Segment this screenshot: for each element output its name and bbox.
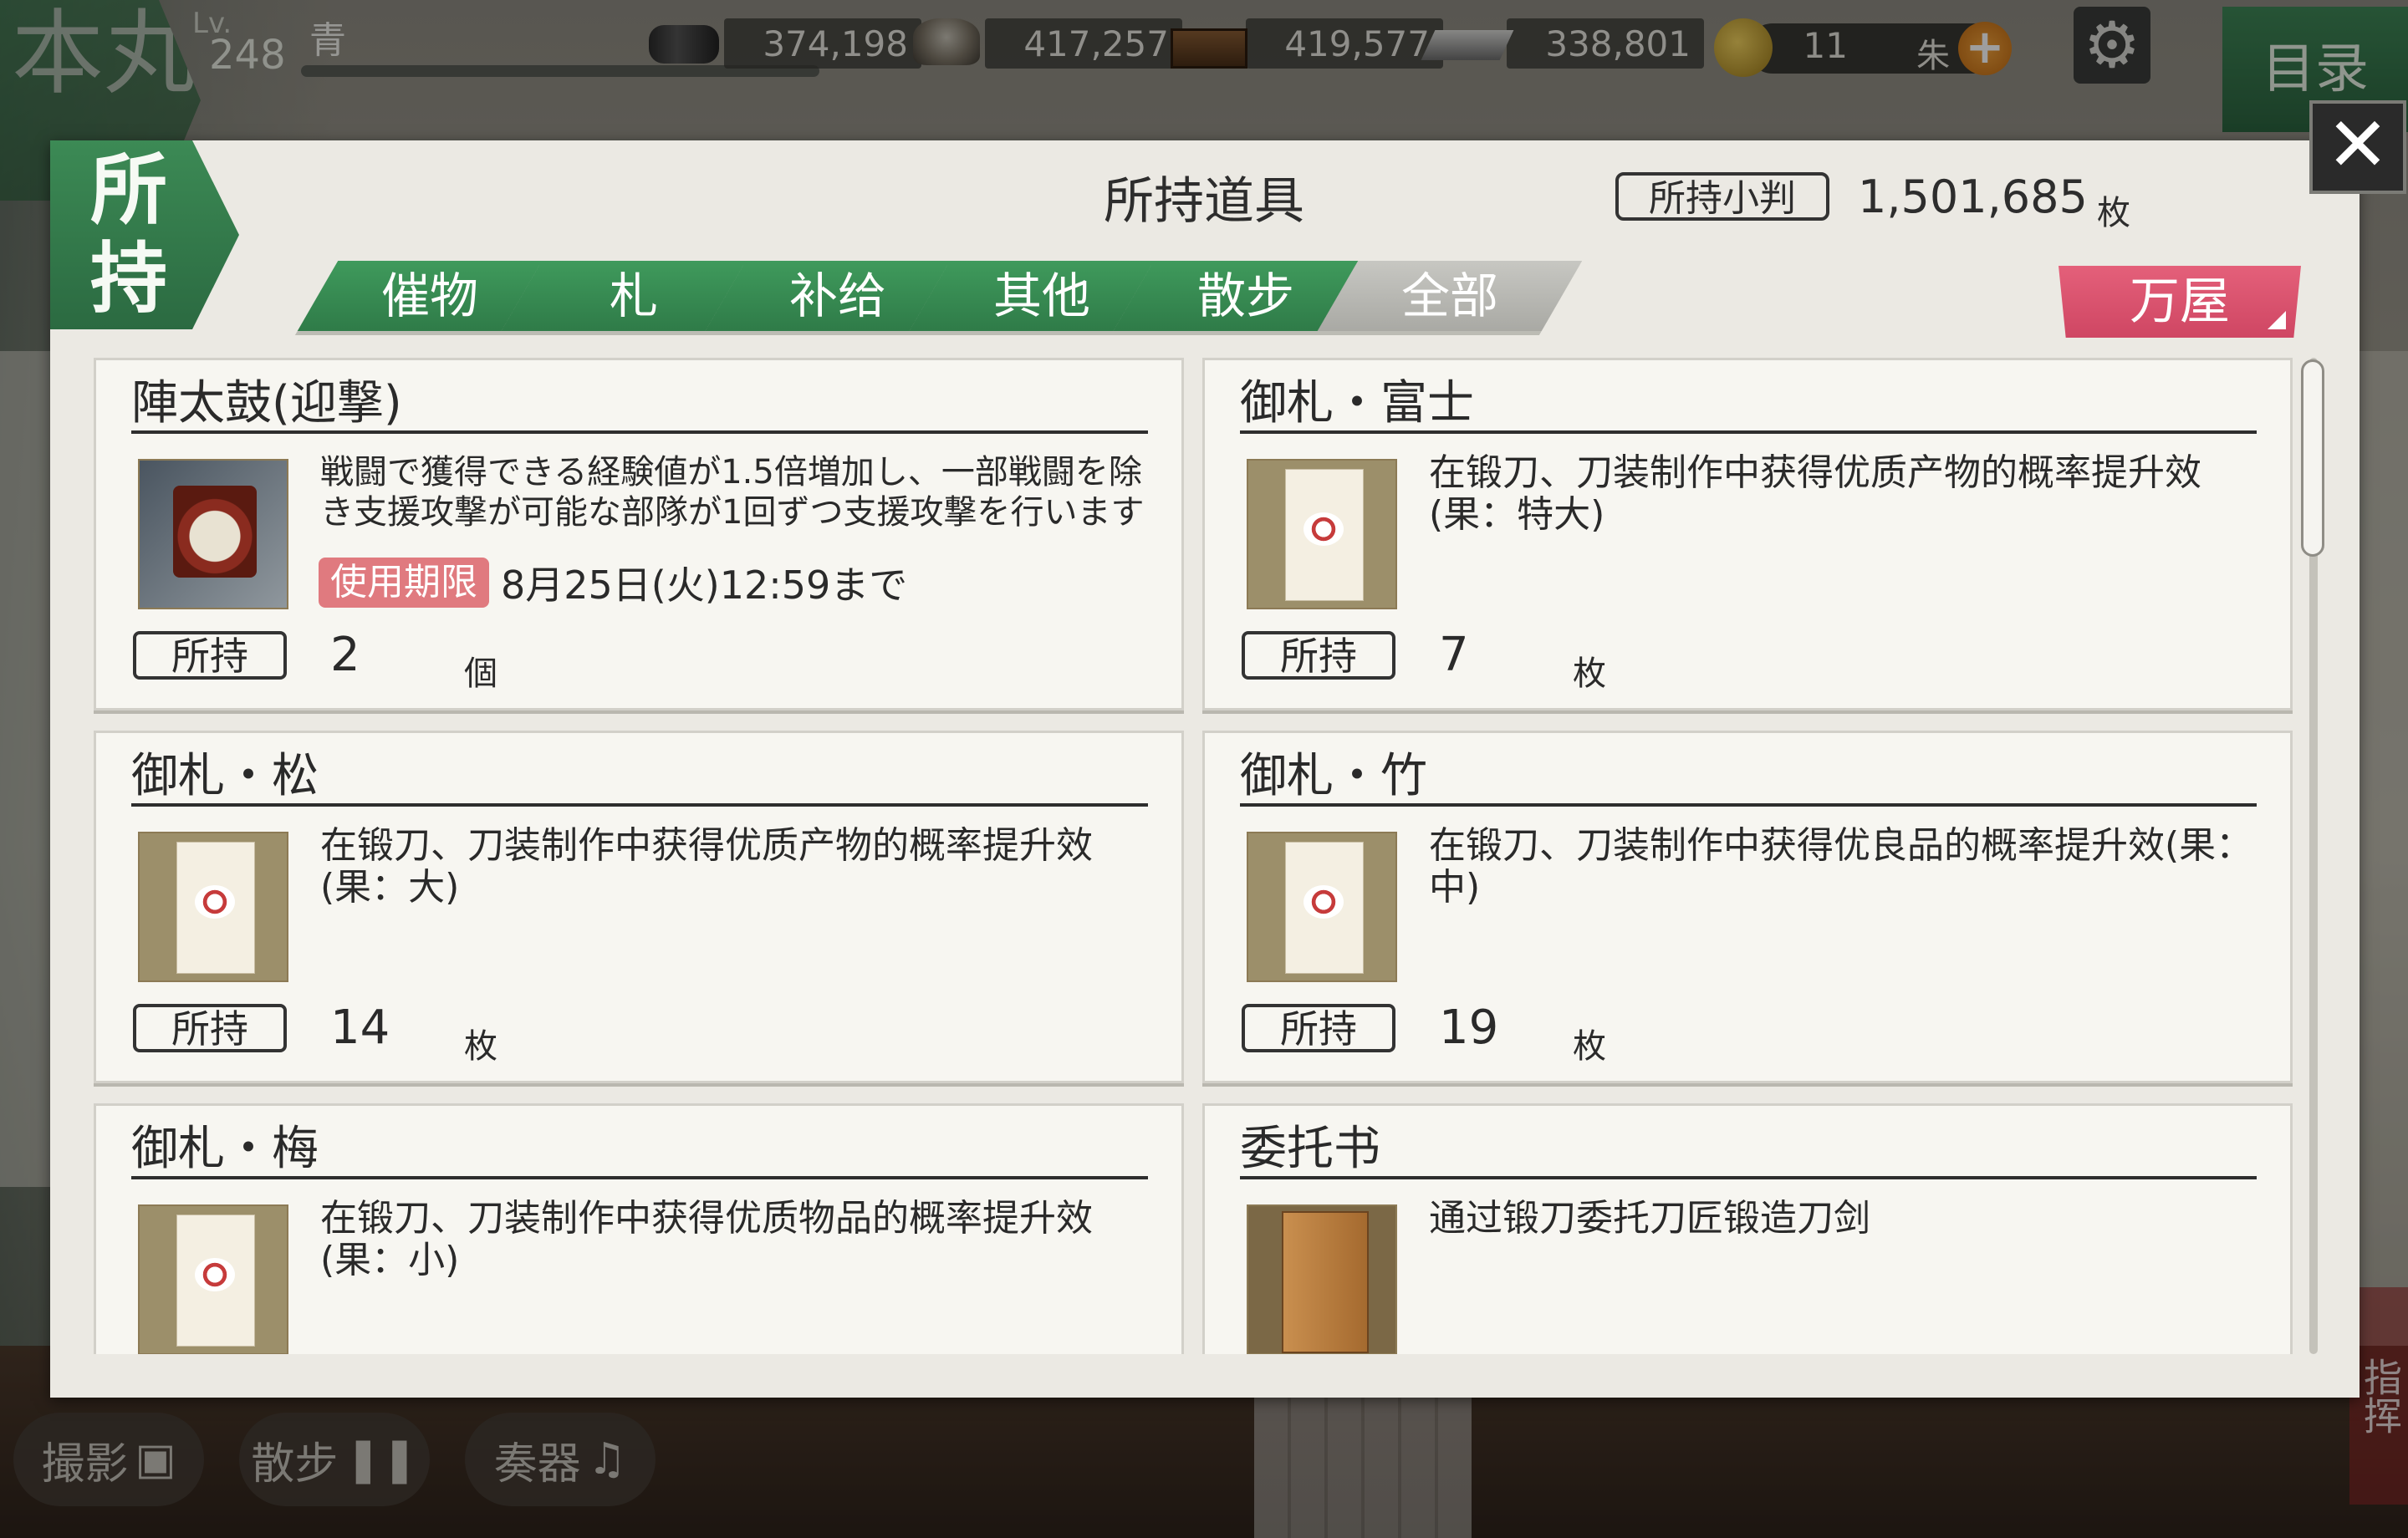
item-card-fuji[interactable]: 御札・富士 在锻刀、刀装制作中获得优质产物的概率提升效(果：特大) 所持 7 枚	[1202, 358, 2293, 710]
item-list[interactable]: 陣太鼓(迎撃) 戦闘で獲得できる経験値が1.5倍増加し、一部戦闘を除き支援攻撃が…	[94, 358, 2301, 1354]
expire-text: 8月25日(火)12:59まで	[501, 563, 908, 608]
item-name: 御札・竹	[1240, 749, 1427, 803]
item-list-scrollbar[interactable]	[2301, 358, 2324, 1354]
own-count: 7	[1439, 628, 1469, 682]
item-name: 委托书	[1240, 1122, 1380, 1176]
inventory-corner-label: 所持	[89, 145, 167, 323]
shop-corner-mark	[2268, 311, 2286, 329]
koban-label: 所持小判	[1615, 172, 1829, 221]
item-card-take[interactable]: 御札・竹 在锻刀、刀装制作中获得优良品的概率提升效(果：中) 所持 19 枚	[1202, 731, 2293, 1083]
item-description: 在锻刀、刀装制作中获得优质产物的概率提升效(果：特大)	[1429, 451, 2201, 536]
koban-amount: 1,501,685	[1858, 171, 2088, 223]
own-unit: 枚	[1573, 1027, 1606, 1066]
item-card-jin-taiko[interactable]: 陣太鼓(迎撃) 戦闘で獲得できる経験値が1.5倍増加し、一部戦闘を除き支援攻撃が…	[94, 358, 1184, 710]
item-divider	[1240, 1176, 2257, 1179]
scroll-thumb[interactable]	[2301, 359, 2324, 557]
item-card-matsu[interactable]: 御札・松 在锻刀、刀装制作中获得优质产物的概率提升效(果：大) 所持 14 枚	[94, 731, 1184, 1083]
shop-button[interactable]: 万屋	[2059, 266, 2301, 338]
pine-charm-icon	[138, 832, 288, 982]
own-label: 所持	[1242, 1004, 1395, 1052]
item-card-ume[interactable]: 御札・梅 在锻刀、刀装制作中获得优质物品的概率提升效(果：小) 所持	[94, 1103, 1184, 1354]
item-name: 陣太鼓(迎撃)	[131, 376, 402, 430]
item-name: 御札・松	[131, 749, 319, 803]
own-unit: 個	[464, 654, 497, 693]
expire-badge: 使用期限	[319, 558, 489, 608]
shop-button-label: 万屋	[2130, 272, 2230, 331]
item-name: 御札・梅	[131, 1122, 319, 1176]
own-count: 14	[330, 1001, 390, 1055]
item-description: 戦闘で獲得できる経験値が1.5倍増加し、一部戦闘を除き支援攻撃が可能な部隊が1回…	[320, 453, 1145, 532]
item-divider	[1240, 803, 2257, 807]
fuji-charm-icon	[1247, 459, 1397, 609]
own-unit: 枚	[1573, 654, 1606, 693]
own-count: 19	[1439, 1001, 1499, 1055]
plum-charm-icon	[138, 1204, 288, 1354]
expire-row: 使用期限 8月25日(火)12:59まで	[319, 558, 907, 608]
item-divider	[1240, 430, 2257, 434]
item-divider	[131, 803, 1148, 807]
own-label: 所持	[133, 631, 287, 680]
item-description: 在锻刀、刀装制作中获得优良品的概率提升效(果：中)	[1429, 824, 2253, 909]
item-name: 御札・富士	[1240, 376, 1474, 430]
tab-all[interactable]: 全部	[1317, 261, 1583, 331]
item-divider	[131, 430, 1148, 434]
item-card-request[interactable]: 委托书 通过锻刀委托刀匠锻造刀剑 所持	[1202, 1103, 2293, 1354]
item-divider	[131, 1176, 1148, 1179]
panel-title: 所持道具	[1104, 172, 1304, 231]
request-tablet-icon	[1247, 1204, 1397, 1354]
own-count: 2	[330, 628, 360, 682]
bamboo-charm-icon	[1247, 832, 1397, 982]
own-label: 所持	[133, 1004, 287, 1052]
close-button[interactable]: ✕	[2309, 100, 2406, 194]
koban-amount-unit: 枚	[2097, 194, 2130, 232]
war-drum-icon	[138, 459, 288, 609]
own-label: 所持	[1242, 631, 1395, 680]
item-description: 通过锻刀委托刀匠锻造刀剑	[1429, 1197, 1870, 1240]
own-unit: 枚	[464, 1027, 497, 1066]
item-description: 在锻刀、刀装制作中获得优质物品的概率提升效(果：小)	[320, 1197, 1093, 1281]
item-description: 在锻刀、刀装制作中获得优质产物的概率提升效(果：大)	[320, 824, 1093, 909]
